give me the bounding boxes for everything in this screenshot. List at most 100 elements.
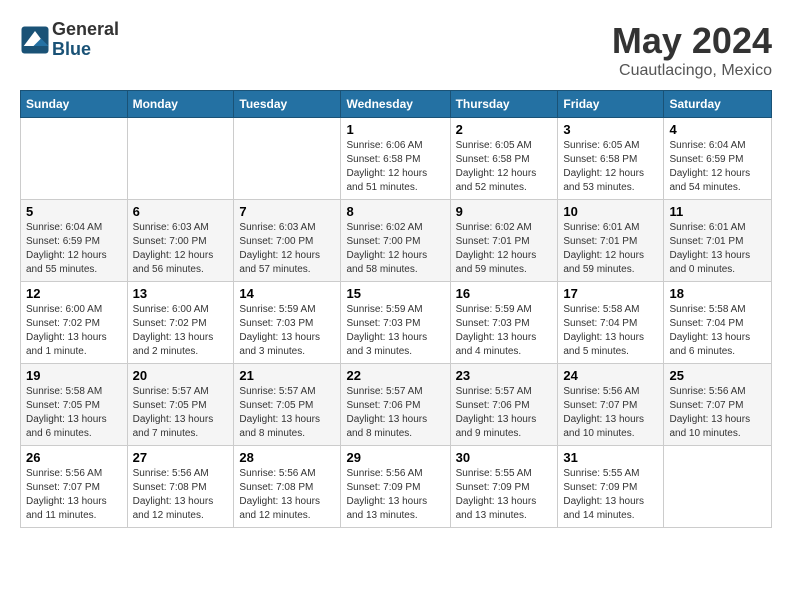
day-number: 11 [669, 204, 766, 219]
day-info: Sunrise: 5:59 AM Sunset: 7:03 PM Dayligh… [239, 303, 335, 359]
calendar-cell: 18 Sunrise: 5:58 AM Sunset: 7:04 PM Dayli… [664, 282, 772, 364]
calendar-cell [234, 118, 341, 200]
header-monday: Monday [127, 91, 234, 118]
day-info: Sunrise: 5:57 AM Sunset: 7:05 PM Dayligh… [239, 385, 335, 441]
day-number: 29 [346, 450, 444, 465]
calendar-week-1: 1 Sunrise: 6:06 AM Sunset: 6:58 PM Daylig… [21, 118, 772, 200]
calendar-cell [21, 118, 128, 200]
calendar-cell: 19 Sunrise: 5:58 AM Sunset: 7:05 PM Dayli… [21, 364, 128, 446]
day-number: 25 [669, 368, 766, 383]
day-number: 22 [346, 368, 444, 383]
logo-general: General [52, 20, 119, 40]
day-info: Sunrise: 5:56 AM Sunset: 7:08 PM Dayligh… [239, 467, 335, 523]
day-number: 27 [133, 450, 229, 465]
calendar-week-5: 26Sunrise: 5:56 AM Sunset: 7:07 PM Dayli… [21, 446, 772, 528]
day-info: Sunrise: 5:56 AM Sunset: 7:07 PM Dayligh… [669, 385, 766, 441]
day-number: 5 [26, 204, 122, 219]
day-info: Sunrise: 6:03 AM Sunset: 7:00 PM Dayligh… [239, 221, 335, 277]
day-info: Sunrise: 6:01 AM Sunset: 7:01 PM Dayligh… [563, 221, 658, 277]
day-number: 7 [239, 204, 335, 219]
calendar-cell: 31 Sunrise: 5:55 AM Sunset: 7:09 PM Dayli… [558, 446, 664, 528]
day-info: Sunrise: 5:59 AM Sunset: 7:03 PM Dayligh… [456, 303, 553, 359]
day-info: Sunrise: 5:57 AM Sunset: 7:06 PM Dayligh… [456, 385, 553, 441]
calendar-week-4: 19 Sunrise: 5:58 AM Sunset: 7:05 PM Dayli… [21, 364, 772, 446]
day-number: 8 [346, 204, 444, 219]
day-info: Sunrise: 6:00 AM Sunset: 7:02 PM Dayligh… [133, 303, 229, 359]
day-number: 30 [456, 450, 553, 465]
calendar-cell: 20Sunrise: 5:57 AM Sunset: 7:05 PM Dayli… [127, 364, 234, 446]
calendar-cell: 12Sunrise: 6:00 AM Sunset: 7:02 PM Dayli… [21, 282, 128, 364]
calendar-cell: 11 Sunrise: 6:01 AM Sunset: 7:01 PM Dayli… [664, 200, 772, 282]
header-saturday: Saturday [664, 91, 772, 118]
month-title: May 2024 [612, 20, 772, 62]
day-info: Sunrise: 5:56 AM Sunset: 7:09 PM Dayligh… [346, 467, 444, 523]
day-number: 1 [346, 122, 444, 137]
calendar-cell: 17 Sunrise: 5:58 AM Sunset: 7:04 PM Dayli… [558, 282, 664, 364]
calendar-cell: 21 Sunrise: 5:57 AM Sunset: 7:05 PM Dayli… [234, 364, 341, 446]
day-info: Sunrise: 6:04 AM Sunset: 6:59 PM Dayligh… [26, 221, 122, 277]
day-info: Sunrise: 6:02 AM Sunset: 7:00 PM Dayligh… [346, 221, 444, 277]
day-number: 21 [239, 368, 335, 383]
calendar-table: Sunday Monday Tuesday Wednesday Thursday… [20, 90, 772, 528]
header-friday: Friday [558, 91, 664, 118]
calendar-cell: 1 Sunrise: 6:06 AM Sunset: 6:58 PM Daylig… [341, 118, 450, 200]
day-info: Sunrise: 5:56 AM Sunset: 7:07 PM Dayligh… [563, 385, 658, 441]
day-number: 10 [563, 204, 658, 219]
day-info: Sunrise: 6:03 AM Sunset: 7:00 PM Dayligh… [133, 221, 229, 277]
day-number: 15 [346, 286, 444, 301]
calendar-cell [664, 446, 772, 528]
calendar-cell: 29 Sunrise: 5:56 AM Sunset: 7:09 PM Dayli… [341, 446, 450, 528]
calendar-cell: 13 Sunrise: 6:00 AM Sunset: 7:02 PM Dayli… [127, 282, 234, 364]
day-number: 16 [456, 286, 553, 301]
day-info: Sunrise: 5:58 AM Sunset: 7:04 PM Dayligh… [669, 303, 766, 359]
day-info: Sunrise: 5:55 AM Sunset: 7:09 PM Dayligh… [456, 467, 553, 523]
day-info: Sunrise: 5:58 AM Sunset: 7:04 PM Dayligh… [563, 303, 658, 359]
calendar-cell: 23Sunrise: 5:57 AM Sunset: 7:06 PM Dayli… [450, 364, 558, 446]
day-info: Sunrise: 6:02 AM Sunset: 7:01 PM Dayligh… [456, 221, 553, 277]
day-number: 28 [239, 450, 335, 465]
logo-blue: Blue [52, 40, 119, 60]
page-header: General Blue May 2024 Cuautlacingo, Mexi… [20, 20, 772, 80]
header-tuesday: Tuesday [234, 91, 341, 118]
header-wednesday: Wednesday [341, 91, 450, 118]
calendar-cell: 24 Sunrise: 5:56 AM Sunset: 7:07 PM Dayli… [558, 364, 664, 446]
calendar-cell: 14Sunrise: 5:59 AM Sunset: 7:03 PM Dayli… [234, 282, 341, 364]
calendar-cell [127, 118, 234, 200]
day-info: Sunrise: 6:04 AM Sunset: 6:59 PM Dayligh… [669, 139, 766, 195]
day-number: 13 [133, 286, 229, 301]
calendar-cell: 15 Sunrise: 5:59 AM Sunset: 7:03 PM Dayli… [341, 282, 450, 364]
day-info: Sunrise: 5:59 AM Sunset: 7:03 PM Dayligh… [346, 303, 444, 359]
day-number: 6 [133, 204, 229, 219]
day-number: 12 [26, 286, 122, 301]
day-number: 19 [26, 368, 122, 383]
header-sunday: Sunday [21, 91, 128, 118]
day-number: 4 [669, 122, 766, 137]
calendar-cell: 22Sunrise: 5:57 AM Sunset: 7:06 PM Dayli… [341, 364, 450, 446]
days-header-row: Sunday Monday Tuesday Wednesday Thursday… [21, 91, 772, 118]
day-number: 3 [563, 122, 658, 137]
calendar-cell: 7 Sunrise: 6:03 AM Sunset: 7:00 PM Daylig… [234, 200, 341, 282]
location-subtitle: Cuautlacingo, Mexico [612, 62, 772, 80]
day-number: 2 [456, 122, 553, 137]
day-number: 31 [563, 450, 658, 465]
day-info: Sunrise: 5:58 AM Sunset: 7:05 PM Dayligh… [26, 385, 122, 441]
day-info: Sunrise: 6:06 AM Sunset: 6:58 PM Dayligh… [346, 139, 444, 195]
day-number: 20 [133, 368, 229, 383]
day-number: 24 [563, 368, 658, 383]
day-number: 18 [669, 286, 766, 301]
calendar-week-2: 5 Sunrise: 6:04 AM Sunset: 6:59 PM Daylig… [21, 200, 772, 282]
calendar-cell: 28 Sunrise: 5:56 AM Sunset: 7:08 PM Dayli… [234, 446, 341, 528]
calendar-cell: 27Sunrise: 5:56 AM Sunset: 7:08 PM Dayli… [127, 446, 234, 528]
title-section: May 2024 Cuautlacingo, Mexico [612, 20, 772, 80]
calendar-cell: 3Sunrise: 6:05 AM Sunset: 6:58 PM Daylig… [558, 118, 664, 200]
day-info: Sunrise: 6:05 AM Sunset: 6:58 PM Dayligh… [456, 139, 553, 195]
day-number: 9 [456, 204, 553, 219]
calendar-cell: 8 Sunrise: 6:02 AM Sunset: 7:00 PM Daylig… [341, 200, 450, 282]
calendar-cell: 9 Sunrise: 6:02 AM Sunset: 7:01 PM Daylig… [450, 200, 558, 282]
calendar-cell: 10 Sunrise: 6:01 AM Sunset: 7:01 PM Dayli… [558, 200, 664, 282]
day-info: Sunrise: 6:01 AM Sunset: 7:01 PM Dayligh… [669, 221, 766, 277]
day-number: 17 [563, 286, 658, 301]
day-info: Sunrise: 5:55 AM Sunset: 7:09 PM Dayligh… [563, 467, 658, 523]
calendar-cell: 30 Sunrise: 5:55 AM Sunset: 7:09 PM Dayli… [450, 446, 558, 528]
logo: General Blue [20, 20, 119, 60]
